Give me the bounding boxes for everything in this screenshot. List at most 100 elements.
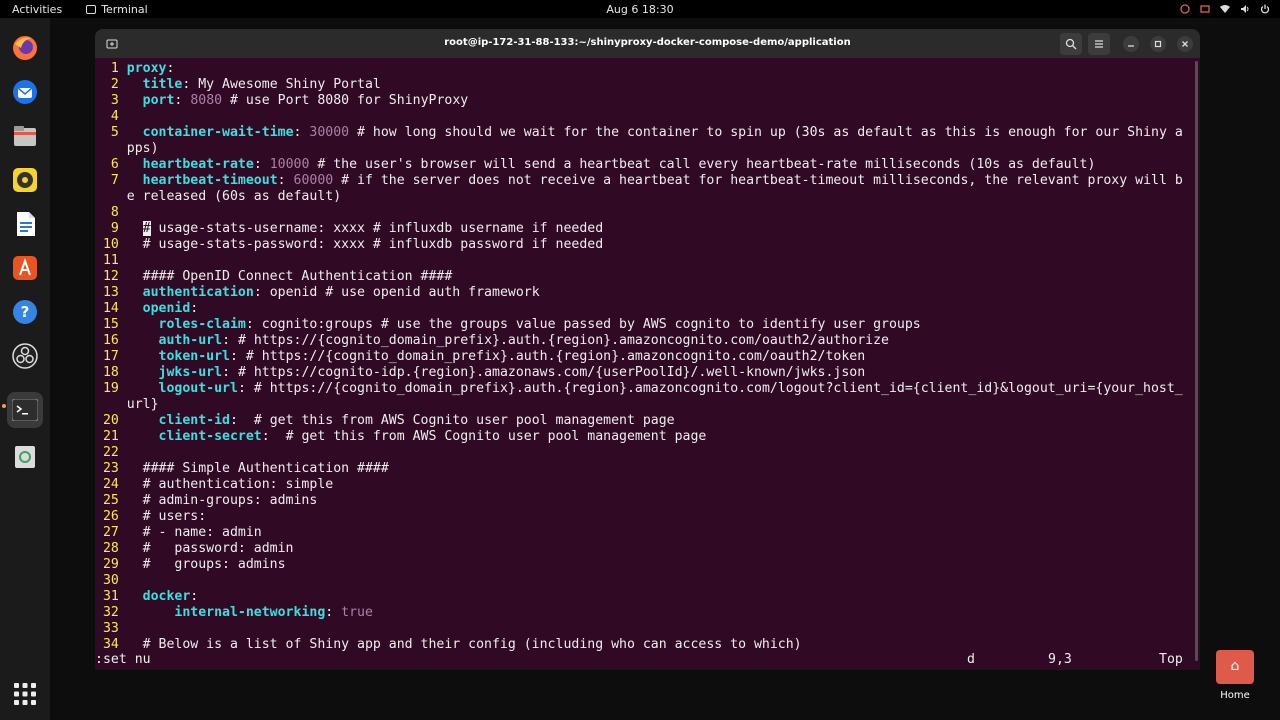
system-tray[interactable] xyxy=(1180,0,1270,18)
minimize-button[interactable] xyxy=(1123,36,1139,52)
title-bar[interactable]: root@ip-172-31-88-133:~/shinyproxy-docke… xyxy=(95,29,1200,58)
code-line[interactable]: url} xyxy=(95,397,1190,413)
code-line[interactable]: 9 # usage-stats-username: xxxx # influxd… xyxy=(95,221,1190,237)
close-icon xyxy=(1182,41,1188,47)
maximize-button[interactable] xyxy=(1150,36,1166,52)
code-token: : xyxy=(325,605,342,620)
wifi-icon[interactable] xyxy=(1220,4,1230,14)
cursor-position: 9,3 xyxy=(1048,652,1072,667)
code-line[interactable]: 32 internal-networking: true xyxy=(95,605,1190,621)
code-line[interactable]: 16 auth-url: # https://{cognito_domain_p… xyxy=(95,333,1190,349)
text-cursor: # xyxy=(142,221,151,236)
app-center-icon[interactable] xyxy=(7,250,43,286)
files-icon[interactable] xyxy=(7,118,43,154)
home-folder[interactable]: ⌂ Home xyxy=(1214,650,1256,701)
command-line[interactable]: :set nu xyxy=(95,652,151,667)
writer-icon[interactable] xyxy=(7,206,43,242)
scrollbar[interactable] xyxy=(1195,61,1198,661)
code-line[interactable]: 26 # users: xyxy=(95,509,1190,525)
line-number: 23 xyxy=(95,461,127,476)
code-line[interactable]: 6 heartbeat-rate: 10000 # the user's bro… xyxy=(95,157,1190,173)
code-token: : xyxy=(190,301,199,316)
obs-icon[interactable] xyxy=(7,338,43,374)
code-line[interactable]: 14 openid: xyxy=(95,301,1190,317)
apps-grid-icon[interactable] xyxy=(7,676,43,712)
code-token: : xyxy=(166,61,175,76)
code-token: : cognito:groups # use the groups value … xyxy=(245,317,921,332)
code-line[interactable]: 4 xyxy=(95,109,1190,125)
code-line[interactable]: 18 jwks-url: # https://cognito-idp.{regi… xyxy=(95,365,1190,381)
help-icon[interactable]: ? xyxy=(7,294,43,330)
close-button[interactable] xyxy=(1177,36,1193,52)
line-number: 29 xyxy=(95,557,127,572)
code-line[interactable]: 1 proxy: xyxy=(95,61,1190,77)
code-token: 8080 xyxy=(190,93,223,108)
code-token: 10000 xyxy=(269,157,310,172)
line-number: 30 xyxy=(95,573,127,588)
code-line[interactable]: 15 roles-claim: cognito:groups # use the… xyxy=(95,317,1190,333)
code-line[interactable]: pps) xyxy=(95,141,1190,157)
code-line[interactable]: 8 xyxy=(95,205,1190,221)
app-menu[interactable]: Terminal xyxy=(86,3,148,16)
code-line[interactable]: 33 xyxy=(95,621,1190,637)
thunderbird-icon[interactable] xyxy=(7,74,43,110)
code-line[interactable]: 29 # groups: admins xyxy=(95,557,1190,573)
rhythmbox-icon[interactable] xyxy=(7,162,43,198)
code-line[interactable]: 34 # Below is a list of Shiny app and th… xyxy=(95,637,1190,653)
code-line[interactable]: 12 #### OpenID Connect Authentication ##… xyxy=(95,269,1190,285)
clock[interactable]: Aug 6 18:30 xyxy=(0,3,1280,16)
terminal-window[interactable]: root@ip-172-31-88-133:~/shinyproxy-docke… xyxy=(95,29,1200,670)
code-line[interactable]: 22 xyxy=(95,445,1190,461)
code-line[interactable]: 21 client-secret: # get this from AWS Co… xyxy=(95,429,1190,445)
power-icon[interactable] xyxy=(1260,4,1270,14)
line-number: 18 xyxy=(95,365,127,380)
code-line[interactable]: 23 #### Simple Authentication #### xyxy=(95,461,1190,477)
code-line[interactable]: 27 # - name: admin xyxy=(95,525,1190,541)
code-line[interactable]: 10 # usage-stats-password: xxxx # influx… xyxy=(95,237,1190,253)
code-line[interactable]: 11 xyxy=(95,253,1190,269)
hamburger-icon xyxy=(1095,40,1103,48)
code-line[interactable]: 2 title: My Awesome Shiny Portal xyxy=(95,77,1190,93)
code-line[interactable]: 5 container-wait-time: 30000 # how long … xyxy=(95,125,1190,141)
code-line[interactable]: 28 # password: admin xyxy=(95,541,1190,557)
code-line[interactable]: 30 xyxy=(95,573,1190,589)
line-number: 10 xyxy=(95,237,127,252)
code-line[interactable]: 13 authentication: openid # use openid a… xyxy=(95,285,1190,301)
line-number: 2 xyxy=(95,77,127,92)
firefox-icon[interactable] xyxy=(7,30,43,66)
code-line[interactable]: 20 client-id: # get this from AWS Cognit… xyxy=(95,413,1190,429)
menu-button[interactable] xyxy=(1088,33,1110,55)
accessibility-icon[interactable] xyxy=(1180,4,1190,14)
code-token: # use Port 8080 for ShinyProxy xyxy=(222,93,469,108)
code-token: proxy xyxy=(126,61,167,76)
code-token: auth-url xyxy=(158,333,223,348)
code-line[interactable]: 7 heartbeat-timeout: 60000 # if the serv… xyxy=(95,173,1190,189)
code-token: : xyxy=(174,93,191,108)
code-line[interactable]: 17 token-url: # https://{cognito_domain_… xyxy=(95,349,1190,365)
vim-editor[interactable]: 1 proxy: 2 title: My Awesome Shiny Porta… xyxy=(95,61,1190,661)
line-number: 32 xyxy=(95,605,127,620)
activities-button[interactable]: Activities xyxy=(12,3,62,16)
search-button[interactable] xyxy=(1060,33,1082,55)
code-line[interactable]: 31 docker: xyxy=(95,589,1190,605)
code-token: internal-networking xyxy=(174,605,326,620)
code-token: true xyxy=(341,605,373,620)
terminal-icon[interactable] xyxy=(7,392,43,428)
code-token: logout-url xyxy=(158,381,238,396)
app-name: Terminal xyxy=(101,2,148,16)
code-line[interactable]: e released (60s as default) xyxy=(95,189,1190,205)
code-line[interactable]: 25 # admin-groups: admins xyxy=(95,493,1190,509)
screen-record-icon[interactable] xyxy=(1200,4,1210,14)
code-line[interactable]: 24 # authentication: simple xyxy=(95,477,1190,493)
volume-icon[interactable] xyxy=(1240,4,1250,14)
line-number: 27 xyxy=(95,525,127,540)
trash-icon[interactable] xyxy=(7,438,43,474)
code-line[interactable]: 19 logout-url: # https://{cognito_domain… xyxy=(95,381,1190,397)
code-line[interactable]: 3 port: 8080 # use Port 8080 for ShinyPr… xyxy=(95,93,1190,109)
code-token: jwks-url xyxy=(158,365,223,380)
